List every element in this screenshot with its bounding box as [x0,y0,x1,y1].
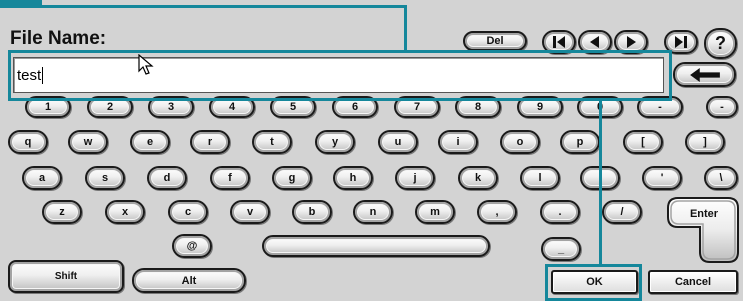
key-m[interactable]: m [415,200,455,224]
previous-button[interactable] [578,30,612,54]
file-name-value: test [17,66,42,84]
key-9[interactable]: 9 [517,96,563,118]
key-x[interactable]: x [105,200,145,224]
key-u[interactable]: u [378,130,418,154]
key-comma[interactable]: , [477,200,517,224]
key-d[interactable]: d [147,166,187,190]
key-period[interactable]: . [540,200,580,224]
key-at[interactable]: @ [172,234,212,258]
cancel-button[interactable]: Cancel [648,270,738,294]
key-g[interactable]: g [272,166,312,190]
key-p[interactable]: p [560,130,600,154]
key-q[interactable]: q [8,130,48,154]
alt-key[interactable]: Alt [132,268,246,293]
key-6[interactable]: 6 [332,96,378,118]
skip-last-icon [675,36,687,48]
callout-line-ok [599,100,602,265]
key-i[interactable]: i [438,130,478,154]
key-y[interactable]: y [315,130,355,154]
last-button[interactable] [664,30,698,54]
key-b[interactable]: b [292,200,332,224]
key-w[interactable]: w [68,130,108,154]
text-caret [42,66,44,84]
key-3[interactable]: 3 [148,96,194,118]
file-name-label: File Name: [10,28,107,49]
key-c[interactable]: c [168,200,208,224]
key-s[interactable]: s [85,166,125,190]
key-o[interactable]: o [500,130,540,154]
key-k[interactable]: k [458,166,498,190]
key-space[interactable] [262,235,490,257]
callout-line-top [42,5,407,8]
key-f[interactable]: f [210,166,250,190]
first-button[interactable] [542,30,576,54]
key-apostrophe[interactable]: ' [642,166,682,190]
key-n[interactable]: n [353,200,393,224]
key-a[interactable]: a [22,166,62,190]
key-e[interactable]: e [130,130,170,154]
key-8[interactable]: 8 [455,96,501,118]
key-4[interactable]: 4 [209,96,255,118]
shift-key[interactable]: Shift [8,260,124,293]
enter-label: Enter [690,208,719,220]
backspace-arrow-icon [689,67,720,82]
next-icon [627,36,636,48]
previous-icon [590,36,599,48]
key-z[interactable]: z [42,200,82,224]
backspace-button[interactable] [673,62,736,87]
key-slash[interactable]: / [602,200,642,224]
key-v[interactable]: v [230,200,270,224]
key-l[interactable]: l [520,166,560,190]
skip-first-icon [553,36,565,48]
key-t[interactable]: t [252,130,292,154]
key-2[interactable]: 2 [87,96,133,118]
key-right-bracket[interactable]: ] [685,130,725,154]
key-left-bracket[interactable]: [ [623,130,663,154]
key-7[interactable]: 7 [394,96,440,118]
key-underscore[interactable]: _ [541,237,581,261]
mouse-pointer-icon [138,54,154,75]
file-name-input[interactable]: test [13,57,664,93]
key-minus[interactable]: - [637,96,683,118]
key-r[interactable]: r [190,130,230,154]
callout-line-top-drop [404,5,407,51]
del-button[interactable]: Del [463,31,527,51]
key-backslash[interactable]: \ [704,166,738,190]
enter-key[interactable]: Enter [666,196,740,264]
help-button[interactable]: ? [704,28,737,59]
next-button[interactable] [614,30,648,54]
key-h[interactable]: h [333,166,373,190]
key-1[interactable]: 1 [25,96,71,118]
ok-button[interactable]: OK [551,270,638,294]
key-5[interactable]: 5 [270,96,316,118]
key-dash-right[interactable]: - [706,96,738,118]
callout-tab [0,0,42,8]
key-j[interactable]: j [395,166,435,190]
